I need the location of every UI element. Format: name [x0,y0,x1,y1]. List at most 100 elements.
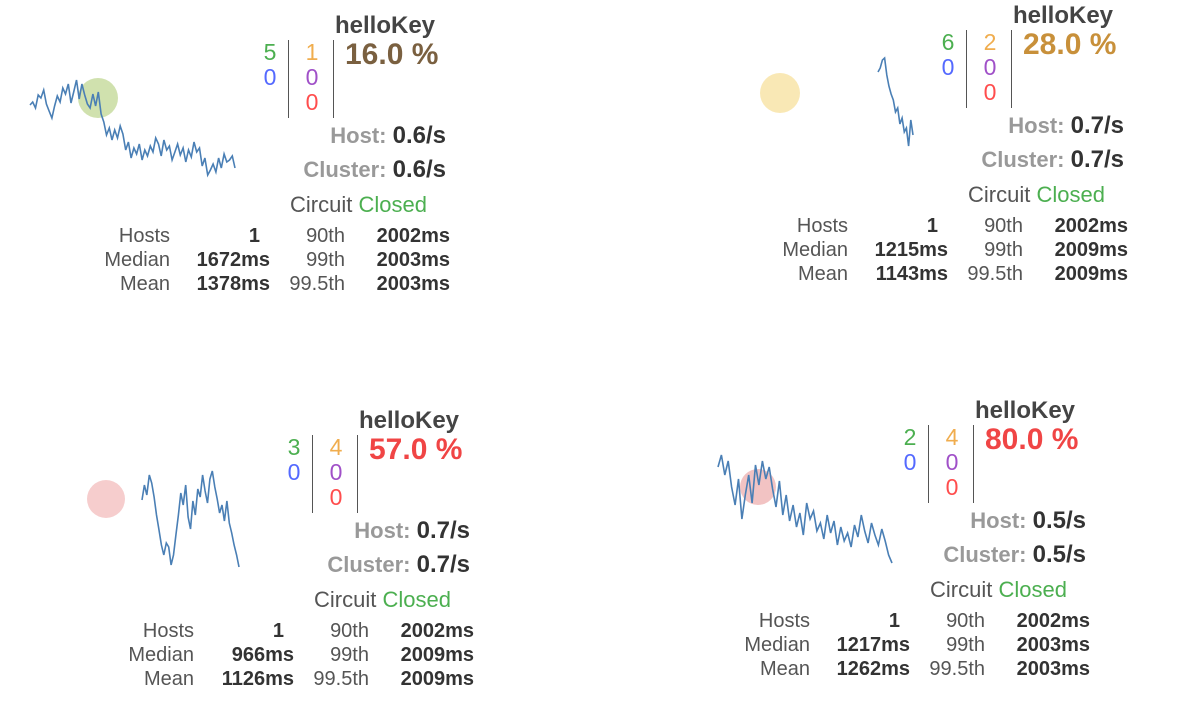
p99-value: 2003ms [376,249,450,271]
circuit-title: helloKey [359,407,460,434]
host-rate-value: 0.7/s [416,517,470,544]
cluster-rate-value: 0.5/s [1032,541,1086,568]
mean-value: 1126ms [221,668,294,690]
p90-value: 2002ms [1054,215,1128,237]
median-label: Median [744,634,810,656]
error-percentage: 16.0 % [345,38,439,71]
circuit-status: Circuit Closed [314,587,451,613]
cluster-rate: Cluster: 0.7/s [981,146,1124,174]
timeout-count: 4 [329,434,343,460]
circuit-label: Circuit [968,182,1031,207]
median-value: 1672ms [196,249,270,271]
hosts-label: Hosts [796,215,848,237]
host-rate-value: 0.7/s [1070,112,1124,139]
health-circle [760,73,800,113]
sparkline-line [877,56,914,147]
p99-value: 2009ms [1054,239,1128,261]
success-count: 6 [941,29,955,55]
latency-stats: Hosts 1 Median 966ms Mean 1126ms 90th 20… [54,619,484,699]
mean-label: Mean [119,273,170,295]
mean-value: 1262ms [836,658,910,680]
host-rate: Host: 0.6/s [330,122,446,150]
circuit-state: Closed [382,587,451,612]
failure-count: 0 [945,474,959,500]
p99-label: 99th [306,249,345,271]
count-separator-2 [973,425,974,503]
error-percentage: 57.0 % [369,433,463,466]
cluster-rate: Cluster: 0.7/s [327,551,470,579]
p995-value: 2003ms [1016,658,1090,680]
median-label: Median [104,249,170,271]
p90-label: 90th [330,620,369,642]
mean-value: 1378ms [196,273,270,295]
rejected-count: 0 [305,64,319,90]
p90-value: 2002ms [1016,610,1090,632]
p99-label: 99th [984,239,1023,261]
host-rate-label: Host: [330,123,387,148]
error-percentage: 80.0 % [985,423,1079,456]
count-column-1: 6 0 [936,30,960,80]
mean-label: Mean [797,263,848,285]
sparkline-line [141,470,240,568]
p90-value: 2002ms [400,620,474,642]
circuit-title: helloKey [335,12,436,39]
count-column-2: 4 0 0 [324,435,348,510]
count-separator-1 [928,425,929,503]
count-separator-1 [966,30,967,108]
hosts-value: 1 [272,620,284,642]
short-circuited-count: 0 [263,64,277,90]
circuit-label: Circuit [290,192,353,217]
hosts-label: Hosts [142,620,194,642]
mean-label: Mean [143,668,194,690]
p99-label: 99th [946,634,985,656]
circuit-state: Closed [358,192,427,217]
cluster-rate-value: 0.7/s [1070,146,1124,173]
cluster-rate-value: 0.6/s [392,156,446,183]
failure-count: 0 [983,79,997,105]
median-value: 1215ms [874,239,948,261]
latency-stats: Hosts 1 Median 1672ms Mean 1378ms 90th 2… [30,224,460,304]
cluster-rate-label: Cluster: [303,157,387,182]
health-circle [87,480,125,518]
hosts-label: Hosts [758,610,810,632]
p90-value: 2002ms [376,225,450,247]
mean-value: 1143ms [875,263,948,285]
cluster-rate-value: 0.7/s [416,551,470,578]
p99-value: 2003ms [1016,634,1090,656]
circuit-status: Circuit Closed [930,577,1067,603]
p90-label: 90th [946,610,985,632]
rejected-count: 0 [945,449,959,475]
p99-label: 99th [330,644,369,666]
circuit-panel: helloKey 3 0 4 0 0 57.0 % Host: 0.7/s Cl… [54,405,524,705]
hosts-value: 1 [248,225,260,247]
cluster-rate: Cluster: 0.6/s [303,156,446,184]
hosts-label: Hosts [118,225,170,247]
cluster-rate-label: Cluster: [981,147,1065,172]
median-label: Median [128,644,194,666]
short-circuited-count: 0 [903,449,917,475]
hosts-value: 1 [888,610,900,632]
count-separator-2 [1011,30,1012,108]
timeout-count: 2 [983,29,997,55]
short-circuited-count: 0 [941,54,955,80]
sparkline-chart [87,470,240,568]
count-separator-2 [333,40,334,118]
p90-label: 90th [984,215,1023,237]
median-value: 966ms [231,644,294,666]
timeout-count: 1 [305,39,319,65]
sparkline-line [717,454,893,564]
circuit-panel: helloKey 2 0 4 0 0 80.0 % Host: 0.5/s Cl… [670,395,1140,695]
count-column-1: 2 0 [898,425,922,475]
p995-label: 99.5th [313,668,369,690]
count-column-2: 2 0 0 [978,30,1002,105]
host-rate: Host: 0.7/s [1008,112,1124,140]
timeout-count: 4 [945,424,959,450]
p99-value: 2009ms [400,644,474,666]
circuit-label: Circuit [930,577,993,602]
health-circle [78,78,118,118]
mean-label: Mean [759,658,810,680]
host-rate: Host: 0.7/s [354,517,470,545]
p995-value: 2009ms [1054,263,1128,285]
success-count: 2 [903,424,917,450]
circuit-label: Circuit [314,587,377,612]
